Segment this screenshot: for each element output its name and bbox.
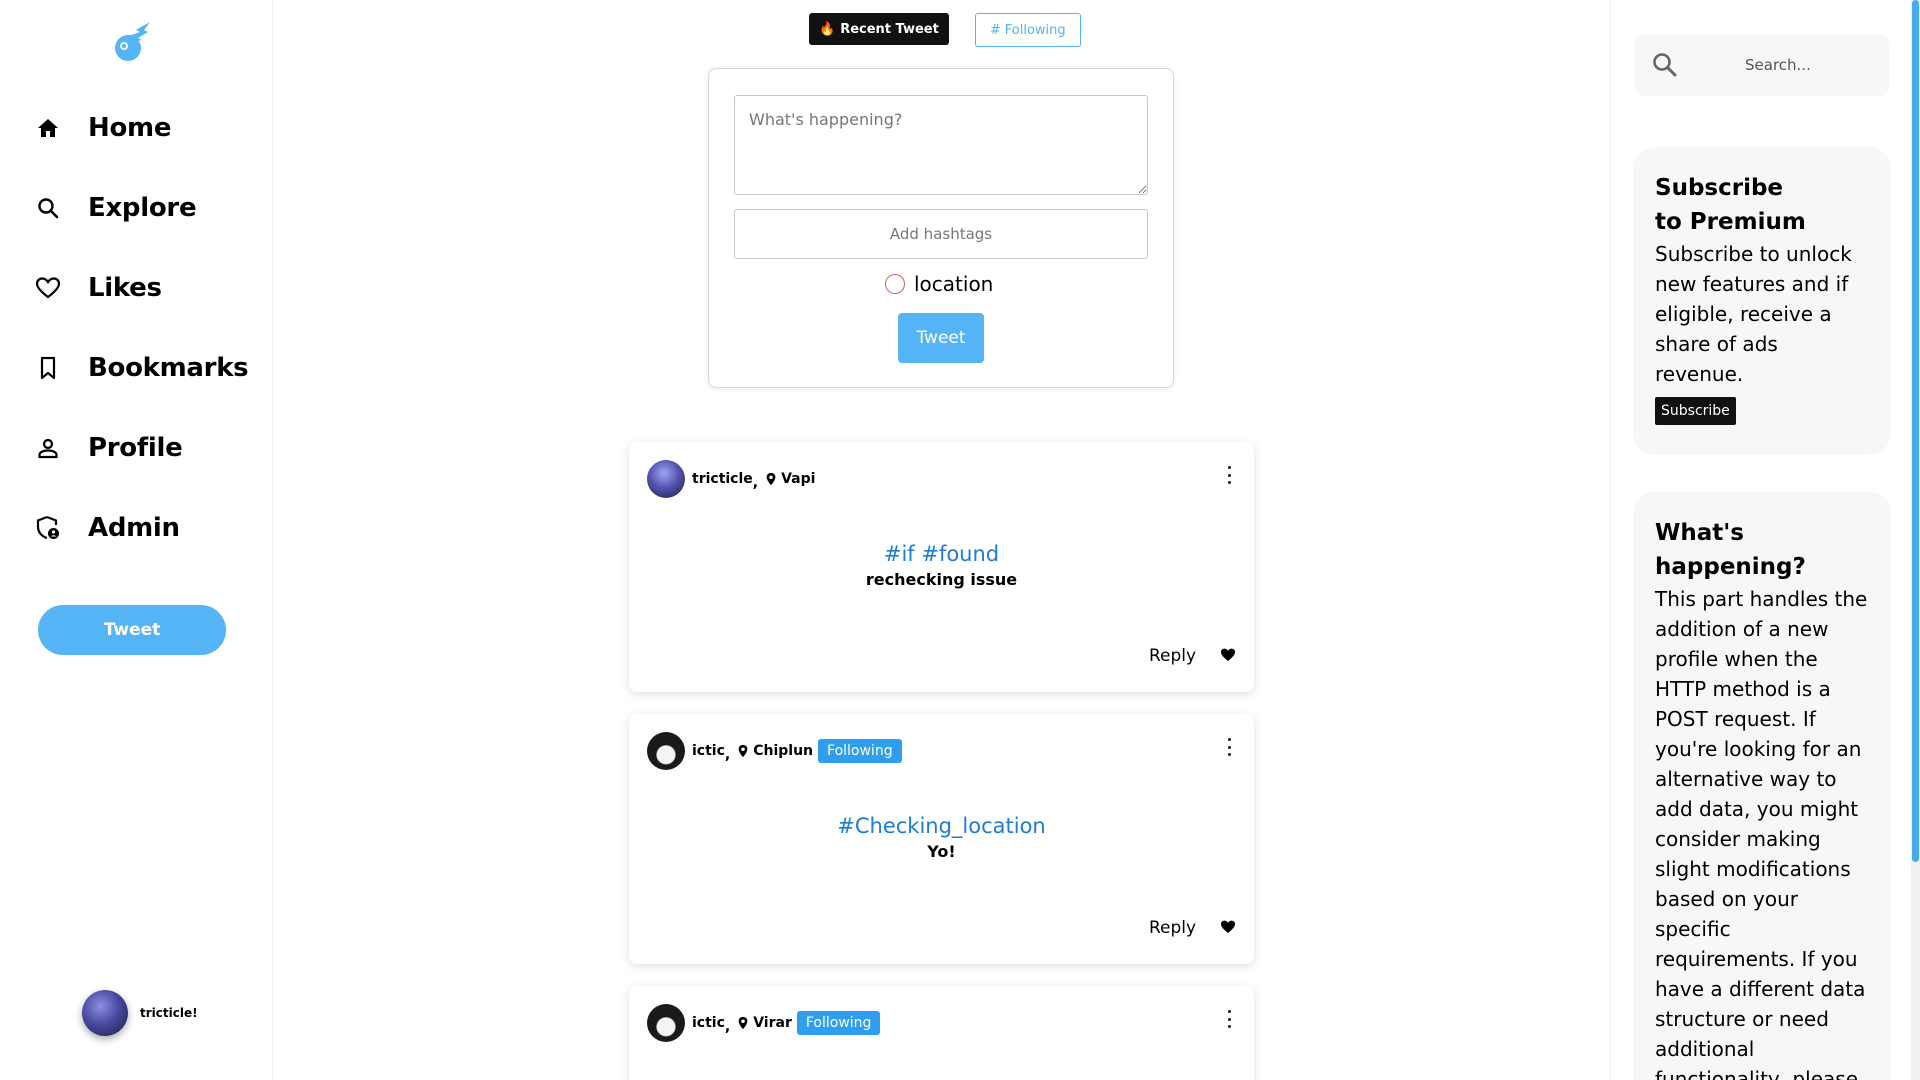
current-user[interactable]: tricticle! <box>82 990 198 1036</box>
tab-following[interactable]: # Following <box>974 13 1081 47</box>
reply-button[interactable]: Reply <box>1149 646 1196 666</box>
app-logo-icon[interactable] <box>110 20 154 64</box>
search-icon <box>34 194 62 222</box>
sidebar-tweet-button[interactable]: Tweet <box>38 605 226 655</box>
more-options-icon[interactable] <box>1222 466 1236 484</box>
separator: , <box>752 475 759 491</box>
nav-label: Profile <box>88 433 183 463</box>
location-radio[interactable] <box>885 274 905 294</box>
following-badge[interactable]: Following <box>796 1011 881 1035</box>
tweet-composer: location Tweet <box>708 68 1174 388</box>
current-user-name: tricticle! <box>140 1006 198 1020</box>
tweet-header: ictic, Virar Following <box>647 1004 881 1042</box>
location-pin-icon <box>766 472 776 486</box>
location-label: location <box>914 272 994 296</box>
happening-body: This part handles the addition of a new … <box>1655 587 1868 1080</box>
happening-title: What's happening? <box>1655 520 1806 580</box>
search-input[interactable] <box>1715 50 1875 80</box>
subscribe-button[interactable]: Subscribe <box>1655 397 1736 425</box>
flame-icon: 🔥 <box>819 21 836 37</box>
tweet-card: tricticle, Vapi #if #found rechecking is… <box>629 442 1254 692</box>
tweet-location: Vapi <box>781 471 816 487</box>
tweet-location: Virar <box>753 1015 792 1031</box>
user-icon <box>34 434 62 462</box>
avatar <box>82 990 128 1036</box>
nav-label: Likes <box>88 273 162 303</box>
premium-title-line2: to Premium <box>1655 209 1806 235</box>
premium-title: Subscribe to Premium <box>1655 171 1869 239</box>
tweet-hashtags[interactable]: #if #found <box>629 542 1254 566</box>
search-icon <box>1653 53 1677 77</box>
location-pin-icon <box>738 744 748 758</box>
tweet-username[interactable]: ictic <box>692 1015 725 1031</box>
hashtags-input[interactable] <box>734 209 1148 259</box>
admin-shield-icon <box>34 514 62 542</box>
feed-tabs: 🔥 Recent Tweet # Following <box>809 13 1081 47</box>
tab-label: Following <box>1004 22 1066 38</box>
nav-label: Bookmarks <box>88 353 249 383</box>
page-scrollbar[interactable] <box>1911 0 1920 1080</box>
nav-label: Explore <box>88 193 197 223</box>
more-options-icon[interactable] <box>1222 738 1236 756</box>
nav-admin[interactable]: Admin <box>34 506 180 550</box>
tweet-header: ictic, Chiplun Following <box>647 732 902 770</box>
avatar[interactable] <box>647 1004 685 1042</box>
like-heart-icon[interactable] <box>1220 647 1236 663</box>
more-options-icon[interactable] <box>1222 1010 1236 1028</box>
like-heart-icon[interactable] <box>1220 919 1236 935</box>
tweet-username[interactable]: tricticle <box>692 471 753 487</box>
following-badge[interactable]: Following <box>818 739 902 763</box>
nav-bookmarks[interactable]: Bookmarks <box>34 346 249 390</box>
right-sidebar: Subscribe to Premium Subscribe to unlock … <box>1610 0 1920 1080</box>
tweet-location: Chiplun <box>753 743 814 759</box>
tweet-text: Yo! <box>927 842 956 861</box>
tweet-hashtags[interactable]: #Checking_location <box>629 814 1254 838</box>
location-toggle[interactable]: location <box>885 272 993 296</box>
avatar[interactable] <box>647 732 685 770</box>
tweet-card: ictic, Virar Following <box>629 986 1254 1080</box>
avatar[interactable] <box>647 460 685 498</box>
bookmark-icon <box>34 354 62 382</box>
home-icon <box>34 114 62 142</box>
nav-explore[interactable]: Explore <box>34 186 197 230</box>
search-box[interactable] <box>1635 34 1889 96</box>
heart-icon <box>34 274 62 302</box>
whats-happening-card: What's happening? This part handles the … <box>1633 492 1891 1080</box>
premium-body: Subscribe to unlock new features and if … <box>1655 242 1852 386</box>
tweet-text: rechecking issue <box>865 570 1018 589</box>
reply-button[interactable]: Reply <box>1149 918 1196 938</box>
premium-card: Subscribe to Premium Subscribe to unlock … <box>1633 147 1891 455</box>
tweet-card: ictic, Chiplun Following #Checking_locat… <box>629 714 1254 964</box>
tweet-header: tricticle, Vapi <box>647 460 815 498</box>
nav-likes[interactable]: Likes <box>34 266 162 310</box>
tweet-username[interactable]: ictic <box>692 743 725 759</box>
premium-title-line1: Subscribe <box>1655 175 1784 201</box>
tweet-text-input[interactable] <box>734 95 1148 195</box>
nav-home[interactable]: Home <box>34 106 171 150</box>
nav-profile[interactable]: Profile <box>34 426 183 470</box>
compose-tweet-button[interactable]: Tweet <box>898 313 984 363</box>
tab-recent-tweet[interactable]: 🔥 Recent Tweet <box>809 13 949 45</box>
hash-icon: # <box>989 22 1001 38</box>
tab-label: Recent Tweet <box>840 21 939 37</box>
nav-label: Home <box>88 113 172 143</box>
separator: , <box>724 747 731 763</box>
separator: , <box>724 1019 731 1035</box>
location-pin-icon <box>738 1016 748 1030</box>
left-sidebar: Home Explore Likes Bookmarks Profile Adm… <box>0 0 273 1080</box>
scrollbar-thumb[interactable] <box>1912 0 1919 862</box>
nav-label: Admin <box>88 513 180 543</box>
